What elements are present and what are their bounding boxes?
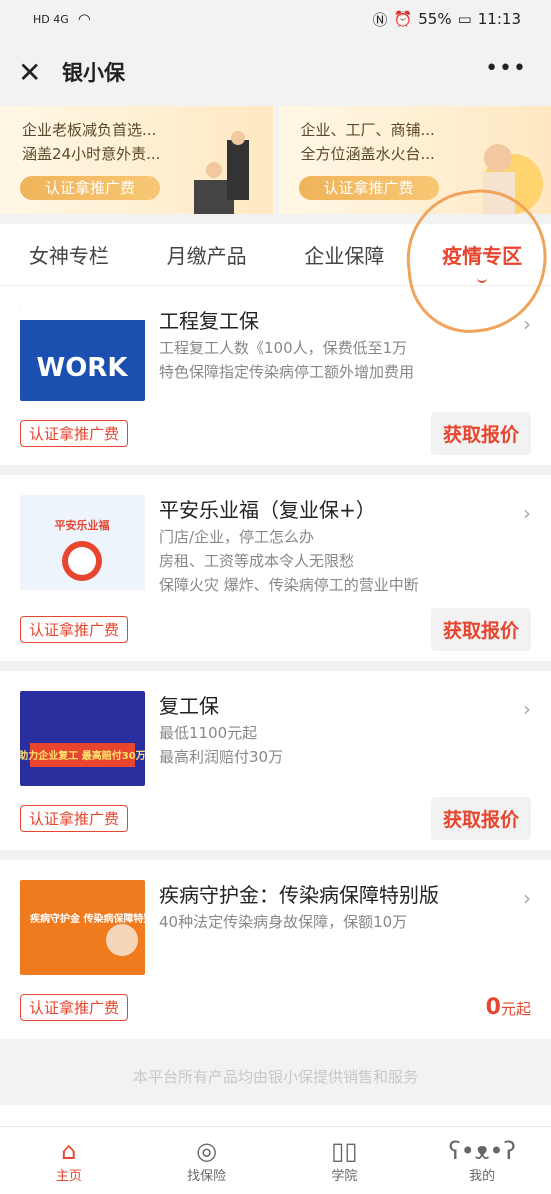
chevron-right-icon[interactable]: › — [523, 886, 531, 910]
product-desc: 房租、工资等成本令人无限愁 — [159, 552, 355, 570]
product-name: 复工保 — [159, 694, 219, 718]
nfc-icon: Ⓝ — [372, 10, 388, 29]
business-people-illustration — [193, 131, 249, 214]
thumb-text: 平安乐业福 — [55, 518, 110, 532]
nav-mine[interactable]: ʕ•ᴥ•ʔ 我的 — [413, 1127, 551, 1194]
thumb-text: 疾病守护金 传染病保障特别版 — [30, 912, 145, 925]
nav-label: 学院 — [331, 1169, 358, 1184]
product-thumbnail: 平安乐业福 — [20, 495, 145, 590]
thumb-text: 助力企业复工 最高赔付30万 — [20, 749, 145, 762]
compass-icon: ◎ — [196, 1137, 218, 1165]
network-icon: HD 4G — [33, 12, 69, 26]
price-unit: 元起 — [500, 999, 531, 1018]
get-quote-button[interactable]: 获取报价 — [430, 411, 531, 455]
promo-tag[interactable]: 认证拿推广费 — [20, 993, 129, 1021]
product-desc: 特色保障指定传染病停工额外增加费用 — [159, 363, 415, 381]
tab-indicator — [477, 277, 488, 283]
clock: 11:13 — [477, 10, 521, 28]
list-item[interactable]: 平安乐业福 平安乐业福（复业保+） 门店/企业，停工怎么办 房租、工资等成本令人… — [0, 475, 551, 671]
banner-enterprise[interactable]: 企业老板减负首选... 涵盖24小时意外责... 认证拿推广费 — [0, 106, 273, 214]
tab-epidemic-label: 疫情专区 — [442, 244, 523, 268]
battery-percent: 55% — [418, 10, 452, 28]
banner-pill[interactable]: 认证拿推广费 — [298, 176, 439, 200]
banner-factory[interactable]: 企业、工厂、商铺... 全方位涵盖水火台... 认证拿推广费 — [278, 106, 551, 214]
book-icon: ▯▯ — [331, 1137, 358, 1165]
category-tabs: 女神专栏 月缴产品 企业保障 疫情专区 — [0, 224, 551, 286]
get-quote-button[interactable]: 获取报价 — [430, 796, 531, 840]
product-desc: 40种法定传染病身故保障，保额10万 — [159, 913, 408, 931]
product-list: WORK 工程复工保 工程复工人数《100人，保费低至1万 特色保障指定传染病停… — [0, 286, 551, 1105]
tab-epidemic[interactable]: 疫情专区 — [442, 240, 523, 283]
tab-goddess[interactable]: 女神专栏 — [29, 240, 109, 269]
price-label: 0元起 — [486, 995, 531, 1020]
product-desc: 门店/企业，停工怎么办 — [159, 528, 315, 546]
promo-tag[interactable]: 认证拿推广费 — [20, 804, 129, 832]
list-item[interactable]: 助力企业复工 最高赔付30万 复工保 最低1100元起 最高利润赔付30万 › … — [0, 671, 551, 860]
chevron-right-icon[interactable]: › — [523, 312, 531, 336]
nav-find-insurance[interactable]: ◎ 找保险 — [138, 1127, 276, 1194]
nav-label: 主页 — [55, 1169, 82, 1184]
more-icon[interactable]: ••• — [485, 56, 527, 81]
banner-row: 企业老板减负首选... 涵盖24小时意外责... 认证拿推广费 企业、工厂、商铺… — [0, 106, 551, 214]
page-title: 银小保 — [62, 61, 125, 85]
promo-tag[interactable]: 认证拿推广费 — [20, 615, 129, 643]
product-desc: 最低1100元起 — [159, 724, 258, 742]
wifi-icon: ◠ — [77, 10, 91, 28]
close-icon[interactable]: ✕ — [18, 56, 48, 89]
product-desc: 保障火灾 爆炸、传染病停工的营业中断 — [159, 576, 419, 594]
alarm-icon: ⏰ — [393, 10, 413, 28]
product-thumbnail: 疾病守护金 传染病保障特别版 — [20, 880, 145, 975]
product-name: 疾病守护金：传染病保障特别版 — [159, 883, 439, 907]
product-name: 平安乐业福（复业保+） — [159, 498, 376, 522]
get-quote-button[interactable]: 获取报价 — [430, 607, 531, 651]
tab-enterprise[interactable]: 企业保障 — [304, 240, 384, 269]
promo-tag[interactable]: 认证拿推广费 — [20, 419, 129, 447]
product-desc: 最高利润赔付30万 — [159, 748, 284, 766]
nav-academy[interactable]: ▯▯ 学院 — [276, 1127, 414, 1194]
spacer — [0, 214, 551, 224]
product-name: 工程复工保 — [159, 309, 259, 333]
bottom-nav: ⌂ 主页 ◎ 找保险 ▯▯ 学院 ʕ•ᴥ•ʔ 我的 — [0, 1126, 551, 1194]
chevron-right-icon[interactable]: › — [523, 501, 531, 525]
nav-home[interactable]: ⌂ 主页 — [0, 1127, 138, 1194]
thumb-text: WORK — [37, 353, 129, 383]
nav-label: 找保险 — [187, 1169, 227, 1184]
home-icon: ⌂ — [61, 1137, 77, 1165]
list-item[interactable]: WORK 工程复工保 工程复工人数《100人，保费低至1万 特色保障指定传染病停… — [0, 286, 551, 475]
product-thumbnail: 助力企业复工 最高赔付30万 — [20, 691, 145, 786]
chevron-right-icon[interactable]: › — [523, 697, 531, 721]
list-item[interactable]: 疾病守护金 传染病保障特别版 疾病守护金：传染病保障特别版 40种法定传染病身故… — [0, 860, 551, 1049]
status-left: HD 4G ◠ — [30, 10, 91, 28]
price-value: 0 — [485, 994, 501, 1020]
footer-note: 本平台所有产品均由银小保提供销售和服务 — [0, 1049, 551, 1105]
tab-monthly[interactable]: 月缴产品 — [167, 240, 247, 269]
status-right: Ⓝ ⏰ 55% ▭ 11:13 — [373, 9, 521, 30]
title-bar: ✕ 银小保 ••• — [0, 38, 551, 106]
banner-pill[interactable]: 认证拿推广费 — [20, 176, 160, 200]
status-bar: HD 4G ◠ Ⓝ ⏰ 55% ▭ 11:13 — [0, 0, 551, 38]
product-desc: 工程复工人数《100人，保费低至1万 — [159, 339, 408, 357]
battery-icon: ▭ — [457, 10, 472, 28]
woman-illustration — [483, 144, 543, 214]
product-thumbnail: WORK — [20, 306, 145, 401]
nav-label: 我的 — [469, 1169, 496, 1184]
bear-icon: ʕ•ᴥ•ʔ — [448, 1137, 516, 1165]
